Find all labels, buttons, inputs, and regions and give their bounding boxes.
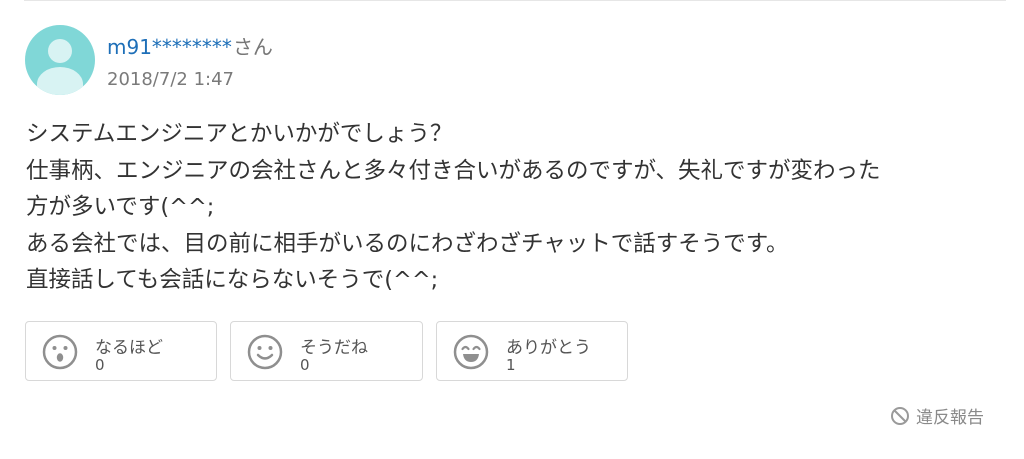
post-line: 仕事柄、エンジニアの会社さんと多々付き合いがあるのですが、失礼ですが変わった bbox=[26, 157, 881, 184]
reaction-count: 0 bbox=[300, 356, 310, 374]
post-line: ある会社では、目の前に相手がいるのにわざわざチャットで話すそうです。 bbox=[26, 230, 789, 257]
grin-face-icon bbox=[453, 334, 489, 370]
username-suffix: さん bbox=[232, 35, 273, 59]
avatar[interactable] bbox=[25, 25, 95, 95]
post-line: システムエンジニアとかいかがでしょう？ bbox=[26, 121, 453, 147]
top-divider bbox=[24, 0, 1006, 1]
smile-face-icon bbox=[247, 334, 283, 370]
reaction-label: そうだね bbox=[300, 338, 368, 358]
report-label: 違反報告 bbox=[916, 408, 984, 428]
reaction-count: 0 bbox=[95, 356, 105, 374]
post-line: 直接話しても会話にならないそうで(^^; bbox=[26, 267, 439, 293]
reaction-naruhodo-button[interactable]: なるほど 0 bbox=[25, 321, 217, 381]
reaction-soudane-button[interactable]: そうだね 0 bbox=[230, 321, 423, 381]
avatar-body bbox=[37, 67, 83, 95]
username-id[interactable]: m91******** bbox=[107, 35, 232, 59]
reaction-bar: なるほど 0 そうだね 0 ありがとう 1 bbox=[25, 321, 641, 381]
reaction-arigatou-button[interactable]: ありがとう 1 bbox=[436, 321, 628, 381]
prohibited-icon bbox=[891, 406, 909, 425]
reaction-label: ありがとう bbox=[506, 338, 591, 358]
surprised-face-icon bbox=[42, 334, 78, 370]
post-timestamp: 2018/7/2 1:47 bbox=[107, 69, 234, 90]
post-body: システムエンジニアとかいかがでしょう？ 仕事柄、エンジニアの会社さんと多々付き合… bbox=[26, 116, 996, 299]
avatar-head bbox=[48, 39, 72, 63]
post-line: 方が多いです(^^; bbox=[26, 194, 215, 220]
report-violation-link[interactable]: 違反報告 bbox=[890, 403, 984, 428]
username[interactable]: m91********さん bbox=[107, 31, 273, 60]
reaction-label: なるほど bbox=[95, 338, 163, 358]
reaction-count: 1 bbox=[506, 356, 516, 374]
